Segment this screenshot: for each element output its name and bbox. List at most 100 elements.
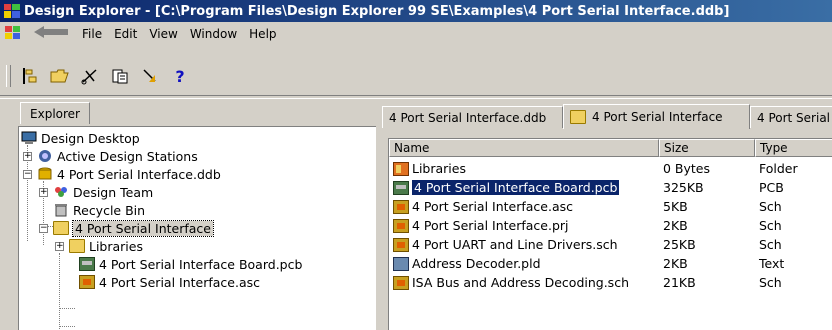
recycle-bin-icon: [53, 203, 69, 217]
list-item[interactable]: 4 Port UART and Line Drivers.sch 25KB Sc…: [389, 235, 832, 254]
document-tabs: 4 Port Serial Interface.ddb 4 Port Seria…: [382, 104, 832, 129]
schematic-icon: [393, 218, 409, 233]
tab-project-folder[interactable]: 4 Port Serial Interface: [563, 104, 750, 129]
tree-node-design-desktop[interactable]: Design Desktop: [21, 129, 140, 147]
explorer-tree: Design Desktop + Active Design Stations …: [18, 126, 376, 330]
tree-label: 4 Port Serial Interface Board.pcb: [99, 256, 303, 272]
tree-node-project-folder[interactable]: 4 Port Serial Interface: [53, 219, 214, 237]
app-logo-icon: [4, 4, 20, 18]
file-size: 2KB: [663, 218, 688, 233]
file-size: 21KB: [663, 275, 696, 290]
explorer-pane: Explorer Design Desktop + Active Design …: [0, 98, 376, 330]
menu-file[interactable]: File: [82, 27, 102, 41]
file-name: 4 Port Serial Interface.prj: [412, 218, 569, 233]
paste-icon[interactable]: [107, 65, 133, 87]
list-item[interactable]: ISA Bus and Address Decoding.sch 21KB Sc…: [389, 273, 832, 292]
file-type: PCB: [759, 180, 784, 195]
tree-label: Design Desktop: [41, 130, 140, 146]
menu-edit[interactable]: Edit: [114, 27, 137, 41]
file-name: ISA Bus and Address Decoding.sch: [412, 275, 629, 290]
tree-node-recycle-bin[interactable]: Recycle Bin: [53, 201, 145, 219]
tab-label: 4 Port Serial Interface: [592, 110, 723, 124]
file-size: 2KB: [663, 256, 688, 271]
schematic-icon: [393, 237, 409, 252]
tree-label: Design Team: [73, 184, 154, 200]
toolbar: ?: [0, 62, 832, 90]
tree-line: [59, 326, 75, 327]
arrow-icon[interactable]: [137, 65, 163, 87]
pld-icon: [393, 256, 409, 271]
list-item[interactable]: Libraries 0 Bytes Folder: [389, 159, 832, 178]
column-header-size[interactable]: Size: [659, 139, 755, 157]
list-item[interactable]: 4 Port Serial Interface.prj 2KB Sch: [389, 216, 832, 235]
pcb-icon: [79, 257, 95, 271]
tab-label: 4 Port Serial Interface.ddb: [389, 110, 547, 125]
toolbar-grip[interactable]: [6, 65, 11, 87]
design-stations-icon: [37, 149, 53, 163]
tree-node-design-team[interactable]: Design Team: [53, 183, 153, 201]
folder-icon: [69, 239, 85, 253]
title-bar: Design Explorer - [C:\Program Files\Desi…: [0, 0, 832, 22]
pcb-icon: [393, 180, 409, 195]
list-item[interactable]: 4 Port Serial Interface.asc 5KB Sch: [389, 197, 832, 216]
navigate-arrow-icon[interactable]: [34, 26, 74, 42]
document-pane: 4 Port Serial Interface.ddb 4 Port Seria…: [382, 98, 832, 330]
expand-icon[interactable]: +: [39, 188, 48, 197]
expand-icon[interactable]: +: [55, 242, 64, 251]
file-type: Text: [759, 256, 785, 271]
list-item[interactable]: 4 Port Serial Interface Board.pcb 325KB …: [389, 178, 832, 197]
tab-explorer[interactable]: Explorer: [20, 102, 90, 124]
help-icon[interactable]: ?: [167, 65, 193, 87]
tab-serial-overflow[interactable]: 4 Port Serial: [750, 106, 832, 128]
tree-node-asc[interactable]: 4 Port Serial Interface.asc: [79, 273, 260, 291]
file-name: Libraries: [412, 161, 466, 176]
cut-icon[interactable]: [77, 65, 103, 87]
file-size: 325KB: [663, 180, 704, 195]
file-type: Sch: [759, 275, 782, 290]
file-type: Sch: [759, 218, 782, 233]
collapse-icon[interactable]: −: [23, 170, 32, 179]
schematic-icon: [393, 199, 409, 214]
document-menu-icon[interactable]: [4, 25, 24, 43]
tab-ddb[interactable]: 4 Port Serial Interface.ddb: [382, 106, 563, 128]
file-name: 4 Port UART and Line Drivers.sch: [412, 237, 618, 252]
menu-window[interactable]: Window: [190, 27, 237, 41]
open-folder-icon[interactable]: [47, 65, 73, 87]
list-item[interactable]: Address Decoder.pld 2KB Text: [389, 254, 832, 273]
tab-label: 4 Port Serial: [757, 110, 831, 125]
column-header-type[interactable]: Type: [755, 139, 832, 157]
folder-icon: [570, 110, 586, 124]
tree-label: 4 Port Serial Interface.ddb: [57, 166, 221, 182]
tree-node-ddb[interactable]: 4 Port Serial Interface.ddb: [37, 165, 221, 183]
tree-node-active-design-stations[interactable]: Active Design Stations: [37, 147, 198, 165]
desktop-icon: [21, 131, 37, 145]
file-name: Address Decoder.pld: [412, 256, 541, 271]
tree-label: 4 Port Serial Interface: [72, 219, 214, 237]
design-team-icon: [53, 185, 69, 199]
file-name: 4 Port Serial Interface Board.pcb: [412, 180, 620, 195]
menu-view[interactable]: View: [149, 27, 177, 41]
file-size: 0 Bytes: [663, 161, 711, 176]
file-type: Sch: [759, 199, 782, 214]
explorer-toggle-icon[interactable]: [17, 65, 43, 87]
expand-icon[interactable]: +: [23, 152, 32, 161]
collapse-icon[interactable]: −: [39, 224, 48, 233]
tree-line: [59, 308, 75, 309]
window-title: Design Explorer - [C:\Program Files\Desi…: [24, 3, 730, 19]
menu-help[interactable]: Help: [249, 27, 276, 41]
tree-node-libraries[interactable]: Libraries: [69, 237, 143, 255]
help-glyph: ?: [175, 66, 185, 86]
file-list: Name Size Type Libraries 0 Bytes Folder …: [388, 138, 832, 330]
tree-label: 4 Port Serial Interface.asc: [99, 274, 261, 290]
tree-label: Active Design Stations: [57, 148, 198, 164]
file-size: 25KB: [663, 237, 696, 252]
file-size: 5KB: [663, 199, 688, 214]
file-name: 4 Port Serial Interface.asc: [412, 199, 574, 214]
menu-bar: File Edit View Window Help: [0, 22, 832, 46]
tree-label: Recycle Bin: [73, 202, 146, 218]
folder-open-icon: [53, 221, 69, 235]
column-header-name[interactable]: Name: [389, 139, 659, 157]
database-icon: [37, 167, 53, 181]
tree-line: [59, 253, 60, 330]
tree-node-pcb[interactable]: 4 Port Serial Interface Board.pcb: [79, 255, 302, 273]
